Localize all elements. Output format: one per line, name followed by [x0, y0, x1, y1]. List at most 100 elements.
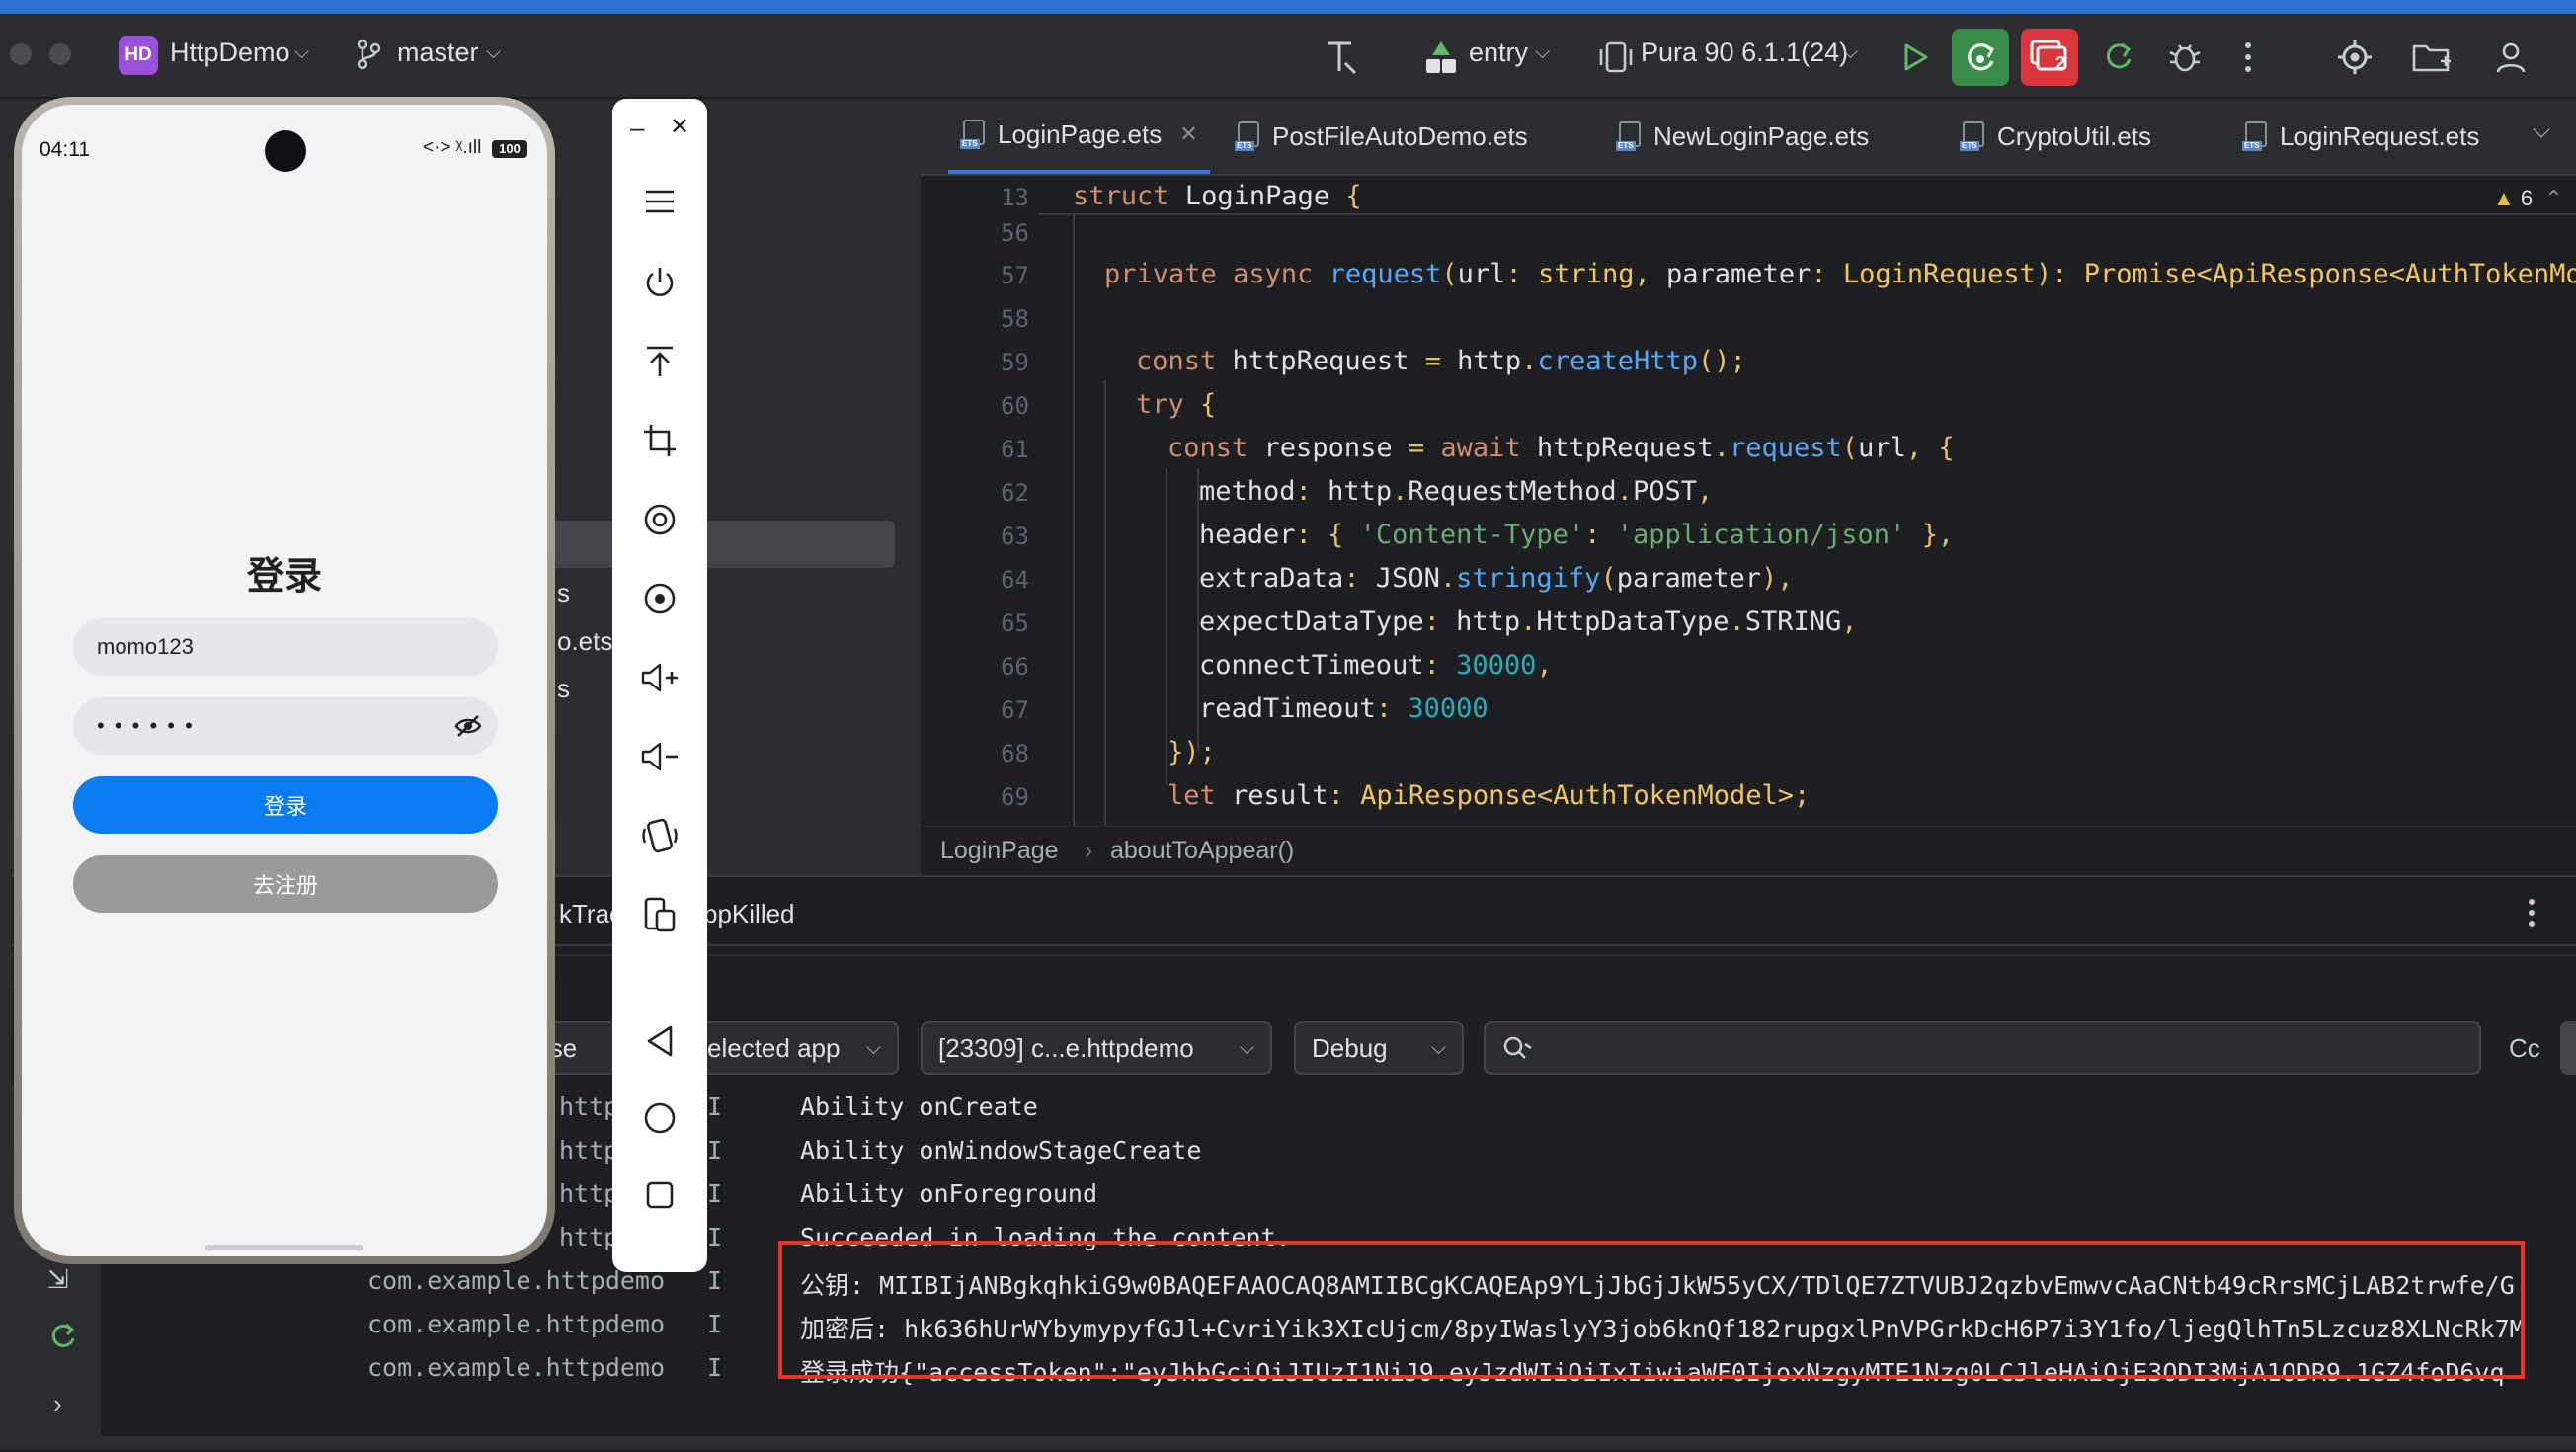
code-line[interactable]: expectDataType: http.HttpDataType.STRING…	[1199, 606, 1858, 637]
home-indicator[interactable]	[205, 1245, 363, 1250]
project-selected-row[interactable]	[533, 521, 895, 568]
log-level: I	[707, 1310, 723, 1338]
project-name[interactable]: HttpDemo	[170, 38, 290, 68]
window-close-dot[interactable]	[10, 43, 32, 65]
t-icon[interactable]	[1320, 36, 1363, 79]
tab-newloginpage[interactable]: ETS NewLoginPage.ets	[1616, 99, 1869, 174]
chevron-up-icon[interactable]: ⌃	[2544, 186, 2562, 210]
battery-icon: 100	[492, 140, 527, 158]
branch-name[interactable]: master	[397, 38, 479, 68]
rotate-icon[interactable]	[612, 490, 707, 549]
tab-close-icon[interactable]: ✕	[1179, 121, 1197, 147]
logcat-more-icon[interactable]	[2527, 897, 2536, 933]
branch-chevron-icon[interactable]: ⌵	[486, 41, 501, 64]
login-button[interactable]: 登录	[73, 776, 498, 834]
log-message[interactable]: Ability onCreate	[800, 1092, 1038, 1121]
code-line[interactable]: private async request(url: string, param…	[1104, 259, 2576, 289]
log-level-dropdown[interactable]: Debug ⌵	[1294, 1021, 1464, 1075]
register-button[interactable]: 去注册	[73, 855, 498, 913]
recents-icon[interactable]	[612, 1166, 707, 1225]
more-icon[interactable]	[2226, 36, 2270, 79]
tabs-overflow-chevron-icon[interactable]: ⌵	[2533, 117, 2550, 144]
expand-chevron-icon[interactable]: ›	[53, 1389, 62, 1419]
volume-down-icon[interactable]	[612, 727, 707, 786]
tab-cryptoutil[interactable]: ETS CryptoUtil.ets	[1960, 99, 2151, 174]
log-message[interactable]: Ability onForeground	[800, 1179, 1097, 1208]
hot-reload-icon[interactable]	[1952, 29, 2009, 86]
breadcrumb-item[interactable]: LoginPage	[940, 837, 1059, 865]
device-manager-badge: 2	[2055, 53, 2065, 73]
close-icon[interactable]: ✕	[670, 113, 689, 141]
code-line[interactable]: header: { 'Content-Type': 'application/j…	[1199, 520, 1954, 550]
match-case-toggle[interactable]: Cc	[2509, 1033, 2540, 1064]
logcat-option-button[interactable]	[2560, 1021, 2576, 1075]
code-line[interactable]: const response = await httpRequest.reque…	[1167, 433, 1955, 463]
minimize-icon[interactable]: –	[630, 113, 644, 143]
device-name[interactable]: Pura 90 6.1.1(24)	[1641, 38, 1848, 68]
device-manager-icon[interactable]: 2	[2021, 29, 2078, 86]
eye-off-icon[interactable]	[454, 714, 482, 744]
logcat-tab-peek-2[interactable]: ppKilled	[703, 899, 795, 929]
volume-up-icon[interactable]	[612, 648, 707, 707]
code-line[interactable]: try {	[1136, 389, 1216, 420]
code-line[interactable]: const httpRequest = http.createHttp();	[1136, 346, 1746, 376]
shake-icon[interactable]	[612, 806, 707, 865]
logcat-search-input[interactable]	[1484, 1021, 2481, 1075]
menu-icon[interactable]	[612, 172, 707, 231]
warnings-indicator[interactable]: ▲ 6 ⌃	[2493, 186, 2563, 211]
ide-title-bar: HD HttpDemo ⌵ master ⌵ entry ⌵ Pura 90 6…	[0, 14, 2576, 99]
line-number: 56	[1001, 219, 1029, 247]
process-label: [23309] c...e.httpdemo	[938, 1032, 1194, 1063]
app-filter-dropdown[interactable]: elected app ⌵	[691, 1021, 899, 1075]
multi-device-icon[interactable]	[612, 885, 707, 944]
run-config-name[interactable]: entry	[1469, 38, 1528, 68]
front-camera	[265, 130, 306, 172]
project-item-peek-3[interactable]: s	[557, 674, 570, 704]
breadcrumb-item[interactable]: aboutToAppear()	[1110, 837, 1294, 865]
tab-loginrequest[interactable]: ETS LoginRequest.ets	[2242, 99, 2479, 174]
refresh-icon[interactable]	[2096, 36, 2139, 79]
left-tool-strip	[0, 99, 12, 1450]
code-line[interactable]: });	[1167, 737, 1216, 767]
project-item-peek-2[interactable]: o.ets	[557, 626, 612, 657]
home-icon[interactable]	[612, 1089, 707, 1148]
login-title: 登录	[246, 556, 322, 598]
tab-loginpage[interactable]: ETS LoginPage.ets ✕	[948, 99, 1210, 174]
line-number: 63	[1001, 523, 1029, 550]
tab-postfileautodemo[interactable]: ETS PostFileAutoDemo.ets	[1235, 99, 1528, 174]
folder-icon[interactable]	[2410, 36, 2454, 79]
phone-time: 04:11	[40, 138, 90, 161]
project-item-peek-1[interactable]: s	[557, 578, 570, 608]
back-icon[interactable]	[612, 1011, 707, 1071]
process-dropdown[interactable]: [23309] c...e.httpdemo ⌵	[921, 1021, 1272, 1075]
run-config-chevron-icon[interactable]: ⌵	[1535, 41, 1550, 64]
scroll-to-end-icon[interactable]: ⇲	[47, 1264, 69, 1295]
username-field[interactable]: momo123	[73, 618, 498, 676]
code-line[interactable]: readTimeout: 30000	[1199, 693, 1489, 724]
editor-breadcrumb: LoginPage › aboutToAppear()	[921, 826, 2576, 876]
debug-bug-icon[interactable]	[2163, 36, 2207, 79]
code-line[interactable]: method: http.RequestMethod.POST,	[1199, 476, 1713, 507]
code-line[interactable]: connectTimeout: 30000,	[1199, 650, 1553, 681]
log-message[interactable]: Ability onWindowStageCreate	[800, 1136, 1201, 1165]
crop-icon[interactable]	[612, 411, 707, 470]
code-line[interactable]: let result: ApiResponse<AuthTokenModel>;	[1167, 780, 1810, 811]
device-chevron-icon[interactable]: ⌵	[1843, 41, 1858, 64]
branch-icon	[356, 38, 381, 76]
screenshot-icon[interactable]	[612, 569, 707, 628]
phone-status-bar: 04:11 <·> ᵡ.ıll 100	[22, 105, 547, 194]
window-minimize-dot[interactable]	[49, 43, 71, 65]
password-field[interactable]: • • • • • •	[73, 697, 498, 755]
chevron-down-icon: ⌵	[1430, 1036, 1446, 1059]
username-value: momo123	[97, 634, 194, 659]
code-line[interactable]: struct LoginPage {	[1073, 181, 1362, 211]
run-icon[interactable]	[1892, 36, 1936, 79]
upload-icon[interactable]	[612, 332, 707, 391]
project-chevron-icon[interactable]: ⌵	[294, 41, 309, 64]
power-icon[interactable]	[612, 253, 707, 312]
settings-icon[interactable]	[2333, 36, 2376, 79]
account-icon[interactable]	[2489, 36, 2533, 79]
tab-label: PostFileAutoDemo.ets	[1272, 121, 1528, 151]
restart-logcat-icon[interactable]	[45, 1320, 79, 1358]
code-line[interactable]: extraData: JSON.stringify(parameter),	[1199, 563, 1794, 594]
